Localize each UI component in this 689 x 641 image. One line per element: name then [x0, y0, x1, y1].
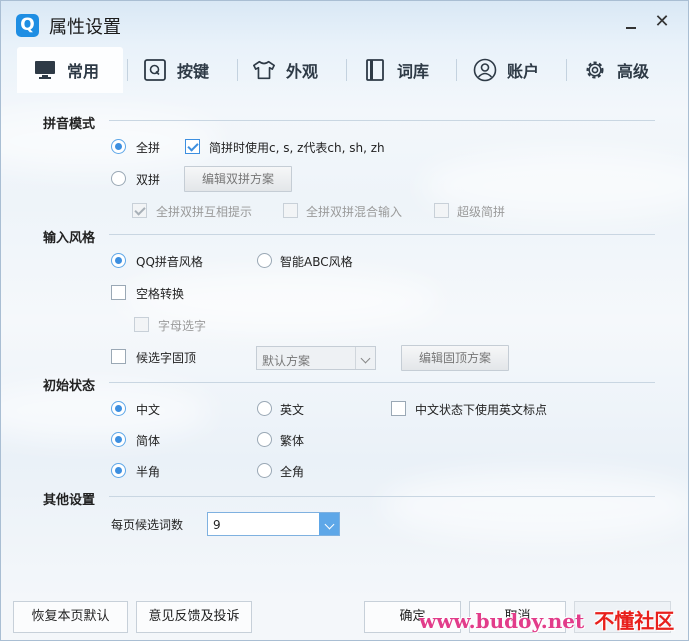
label-english-punct: 中文状态下使用英文标点 [415, 403, 548, 417]
label-shuangpin: 双拼 [136, 173, 161, 187]
tab-label: 按键 [177, 62, 210, 81]
user-icon [473, 58, 497, 82]
label-simplified: 简体 [136, 434, 161, 448]
minimize-button[interactable] [621, 13, 641, 33]
label-letter-select: 字母选字 [158, 319, 207, 333]
tab-separator [127, 59, 128, 81]
section-divider [109, 382, 655, 383]
tab-label: 词库 [397, 62, 430, 81]
chevron-down-icon [319, 513, 339, 535]
label-chinese: 中文 [136, 403, 161, 417]
radio-abc-style[interactable] [257, 253, 272, 268]
tab-keys[interactable]: 按键 [143, 47, 243, 93]
radio-full-width[interactable] [257, 463, 272, 478]
watermark-url: www.budoy.net [419, 609, 585, 633]
checkbox-jianpin-czs[interactable] [185, 139, 200, 154]
watermark: www.budoy.net 不懂社区 [419, 605, 674, 634]
per-page-select[interactable]: 9 [207, 512, 340, 536]
monitor-icon [33, 58, 57, 82]
label-mutual-hint: 全拼双拼互相提示 [156, 205, 253, 219]
tab-separator [456, 59, 457, 81]
label-half-width: 半角 [136, 465, 161, 479]
pin-scheme-value: 默认方案 [262, 354, 311, 368]
tab-bar: 常用 按键 外观 词库 账户 高级 [15, 47, 675, 95]
tab-separator [346, 59, 347, 81]
section-divider [109, 496, 655, 497]
label-english: 英文 [280, 403, 305, 417]
checkbox-mutual-hint[interactable] [132, 203, 147, 218]
label-super-jianpin: 超级简拼 [457, 205, 506, 219]
per-page-value: 9 [213, 518, 221, 532]
tab-account[interactable]: 账户 [473, 47, 573, 93]
window-title: 属性设置 [49, 17, 121, 38]
pin-scheme-select[interactable]: 默认方案 [256, 346, 376, 370]
tab-separator [237, 59, 238, 81]
radio-full-pinyin[interactable] [111, 139, 126, 154]
label-full-pinyin: 全拼 [136, 141, 161, 155]
tab-label: 账户 [507, 62, 540, 81]
radio-traditional[interactable] [257, 432, 272, 447]
checkbox-letter-select[interactable] [134, 317, 149, 332]
feedback-button[interactable]: 意见反馈及投诉 [136, 601, 252, 633]
tab-appearance[interactable]: 外观 [252, 47, 352, 93]
restore-defaults-button[interactable]: 恢复本页默认 [13, 601, 128, 633]
label-space-convert: 空格转换 [136, 287, 185, 301]
radio-simplified[interactable] [111, 432, 126, 447]
radio-qq-style[interactable] [111, 253, 126, 268]
label-mixed-input: 全拼双拼混合输入 [306, 205, 403, 219]
tab-separator [566, 59, 567, 81]
radio-chinese[interactable] [111, 401, 126, 416]
checkbox-mixed-input[interactable] [283, 203, 298, 218]
section-title-initial-state: 初始状态 [43, 379, 96, 394]
label-jianpin-czs: 简拼时使用c, s, z代表ch, sh, zh [209, 141, 385, 155]
radio-shuangpin[interactable] [111, 171, 126, 186]
edit-pin-scheme-button[interactable]: 编辑固顶方案 [401, 345, 509, 371]
label-full-width: 全角 [280, 465, 305, 479]
label-qq-style: QQ拼音风格 [136, 255, 203, 269]
tab-label: 常用 [67, 62, 100, 81]
tab-dictionary[interactable]: 词库 [363, 47, 463, 93]
book-icon [363, 58, 387, 82]
tab-label: 高级 [617, 62, 650, 81]
chevron-down-icon [355, 347, 375, 369]
watermark-brand: 不懂社区 [594, 609, 675, 633]
section-divider [109, 120, 655, 121]
qq-pinyin-logo: Q [16, 14, 39, 37]
title-bar: Q 属性设置 ✕ [1, 1, 688, 47]
checkbox-pin-top[interactable] [111, 349, 126, 364]
label-traditional: 繁体 [280, 434, 305, 448]
tab-label: 外观 [286, 62, 319, 81]
section-divider [109, 234, 655, 235]
edit-shuangpin-button[interactable]: 编辑双拼方案 [184, 166, 292, 192]
label-pin-top: 候选字固顶 [136, 351, 197, 365]
label-per-page: 每页候选词数 [111, 518, 184, 532]
checkbox-super-jianpin[interactable] [434, 203, 449, 218]
radio-english[interactable] [257, 401, 272, 416]
section-title-input-style: 输入风格 [43, 231, 96, 246]
radio-half-width[interactable] [111, 463, 126, 478]
gear-icon [583, 58, 607, 82]
label-abc-style: 智能ABC风格 [280, 255, 353, 269]
close-button[interactable]: ✕ [651, 11, 673, 33]
section-title-pinyin-mode: 拼音模式 [43, 117, 96, 132]
tab-advanced[interactable]: 高级 [583, 47, 675, 93]
checkbox-space-convert[interactable] [111, 285, 126, 300]
checkbox-english-punct[interactable] [391, 401, 406, 416]
tshirt-icon [252, 58, 276, 82]
settings-window: Q 属性设置 ✕ 常用 按键 外观 词库 账户 高级 拼音模式 全拼 简拼时使用… [0, 0, 689, 641]
section-title-other: 其他设置 [43, 493, 96, 508]
tab-common[interactable]: 常用 [17, 47, 123, 93]
q-key-icon [143, 58, 167, 82]
